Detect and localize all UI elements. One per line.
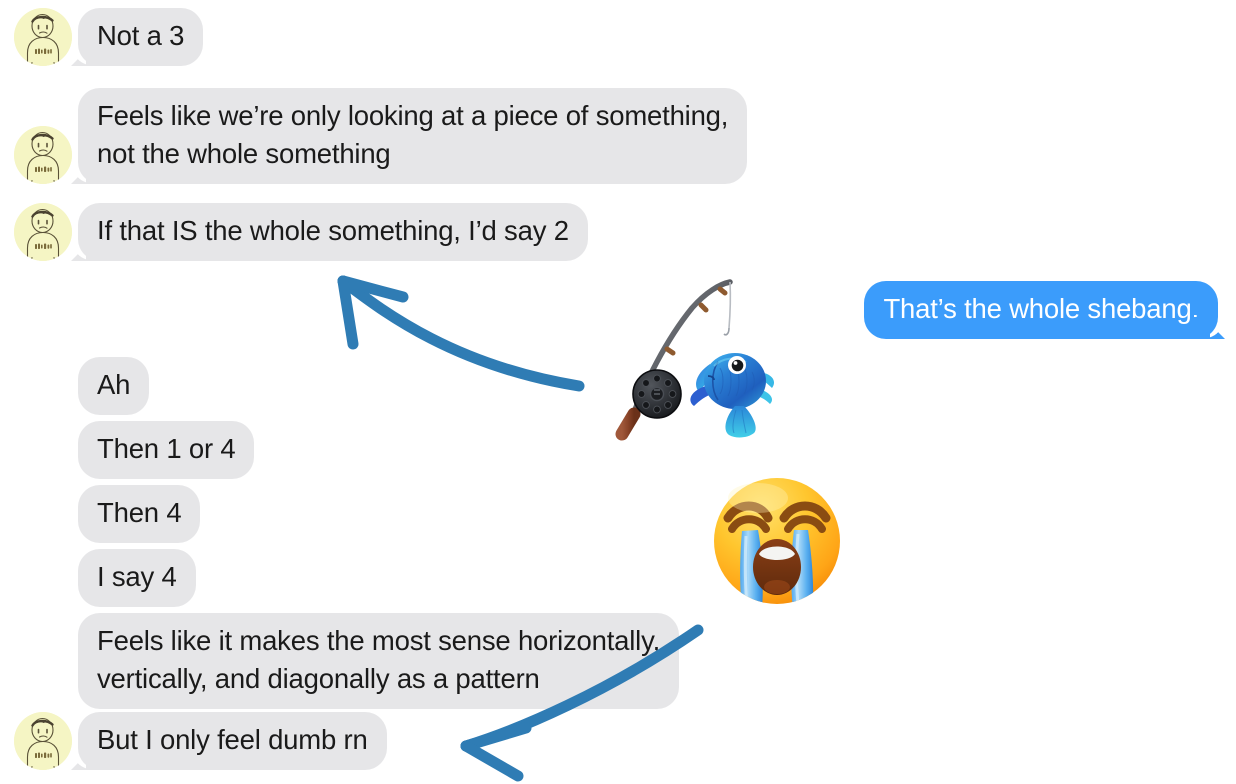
message-row[interactable]: That’s the whole shebang. xyxy=(864,281,1218,339)
avatar[interactable] xyxy=(14,203,72,261)
message-row[interactable]: Ah xyxy=(14,357,150,415)
avatar-spacer xyxy=(14,478,72,479)
fishing-pole-and-fish-emoji[interactable] xyxy=(596,268,792,448)
message-row[interactable]: Then 1 or 4 xyxy=(14,421,255,479)
avatar-spacer xyxy=(14,606,72,607)
message-row[interactable]: Feels like it makes the most sense horiz… xyxy=(14,613,680,709)
message-row[interactable]: But I only feel dumb rn xyxy=(14,712,387,770)
message-row[interactable]: Feels like we’re only looking at a piece… xyxy=(14,88,748,184)
message-bubble[interactable]: If that IS the whole something, I’d say … xyxy=(78,203,588,261)
avatar-spacer xyxy=(14,414,72,415)
message-bubble[interactable]: Feels like it makes the most sense horiz… xyxy=(78,613,680,709)
message-bubble[interactable]: Then 1 or 4 xyxy=(78,421,255,479)
message-row[interactable]: Not a 3 xyxy=(14,8,204,66)
avatar[interactable] xyxy=(14,8,72,66)
avatar-spacer xyxy=(14,542,72,543)
curved-arrow-up-left-icon xyxy=(326,270,596,395)
avatar[interactable] xyxy=(14,126,72,184)
avatar-spacer xyxy=(14,708,72,709)
message-bubble[interactable]: Then 4 xyxy=(78,485,201,543)
message-bubble[interactable]: That’s the whole shebang. xyxy=(864,281,1218,339)
loudly-crying-face-emoji[interactable] xyxy=(706,474,848,620)
message-row[interactable]: Then 4 xyxy=(14,485,201,543)
message-row[interactable]: If that IS the whole something, I’d say … xyxy=(14,203,588,261)
avatar[interactable] xyxy=(14,712,72,770)
message-bubble[interactable]: But I only feel dumb rn xyxy=(78,712,387,770)
message-bubble[interactable]: Ah xyxy=(78,357,150,415)
message-bubble[interactable]: Not a 3 xyxy=(78,8,204,66)
message-bubble[interactable]: Feels like we’re only looking at a piece… xyxy=(78,88,748,184)
message-bubble[interactable]: I say 4 xyxy=(78,549,196,607)
message-row[interactable]: I say 4 xyxy=(14,549,196,607)
message-thread: Not a 3 Feels like we’re only looking at… xyxy=(0,0,1236,784)
